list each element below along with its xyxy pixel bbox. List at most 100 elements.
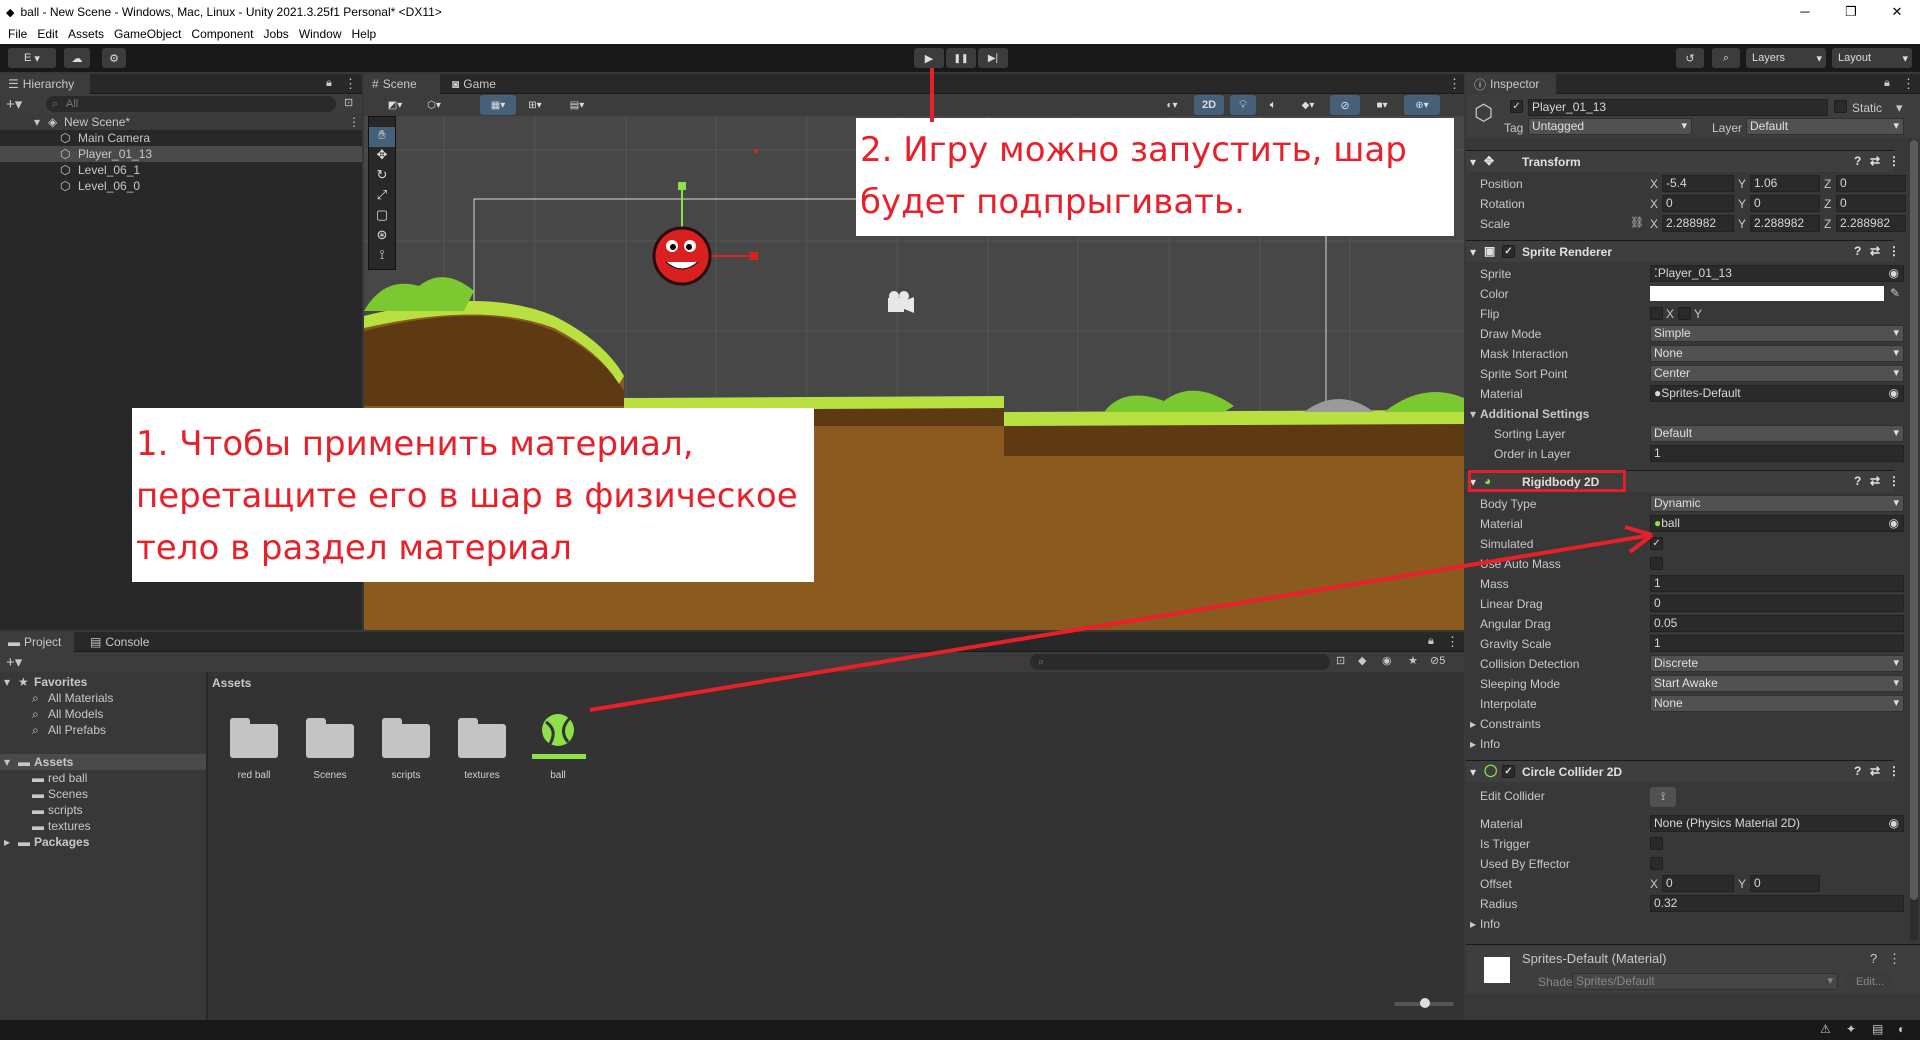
list-item[interactable]: ⬡ Level_06_0 <box>0 178 362 194</box>
edit-collider-button[interactable]: ⟟ <box>1650 787 1676 807</box>
favorites-row[interactable]: ▾ ★ Favorites <box>0 674 206 690</box>
rotation-z-field[interactable]: 0 <box>1836 195 1906 212</box>
scale-y-field[interactable]: 2.288982 <box>1750 215 1820 232</box>
search-icon[interactable]: ⌕ <box>1712 48 1740 68</box>
sleeping-dropdown[interactable]: Start Awake <box>1650 675 1904 692</box>
orientation-button[interactable]: ◐▾ <box>1154 95 1190 115</box>
object-picker-icon[interactable]: ◉ <box>1889 266 1899 281</box>
audio-icon[interactable]: 🔈︎ <box>1260 95 1286 115</box>
shading-button[interactable]: ⬡▾ <box>416 95 452 115</box>
rb-material-field[interactable]: ●ball ◉ <box>1650 515 1904 532</box>
favorite-item[interactable]: ⌕ All Prefabs <box>0 722 206 738</box>
transform-tool-icon[interactable]: ⊛ <box>369 227 395 247</box>
rb-info-row[interactable]: ▸ Info <box>1466 734 1894 754</box>
help-icon[interactable]: ? <box>1854 154 1861 168</box>
favorite-item[interactable]: ⌕ All Models <box>0 706 206 722</box>
rotate-tool-icon[interactable]: ↻ <box>369 167 395 187</box>
layout-dropdown[interactable]: Layout ▾ <box>1832 48 1912 68</box>
tab-scene[interactable]: # Scene <box>364 74 440 94</box>
maximize-button[interactable]: ❐ <box>1828 4 1874 20</box>
sprite-renderer-header[interactable]: ▾ ▣ ✓ Sprite Renderer ? ⇄ ⋮ <box>1466 240 1900 262</box>
create-button[interactable]: +▾ <box>6 653 22 671</box>
hidden-packages-icon[interactable]: ⊘5 <box>1430 654 1445 667</box>
body-type-dropdown[interactable]: Dynamic <box>1650 495 1904 512</box>
asset-item[interactable]: red ball <box>214 716 294 786</box>
more-icon[interactable]: ⋮ <box>1448 76 1461 92</box>
folder-item[interactable]: ▬ scripts <box>0 802 206 818</box>
order-in-layer-field[interactable]: 1 <box>1650 445 1904 462</box>
debug-icon[interactable]: ⚠ <box>1820 1022 1831 1036</box>
flip-x-checkbox[interactable] <box>1650 307 1663 320</box>
menu-assets[interactable]: Assets <box>68 27 104 41</box>
trigger-checkbox[interactable] <box>1650 837 1663 850</box>
constraints-row[interactable]: ▸ Constraints <box>1466 714 1894 734</box>
scale-z-field[interactable]: 2.288982 <box>1836 215 1906 232</box>
mass-field[interactable]: 1 <box>1650 575 1904 592</box>
filter-label-icon[interactable]: ◆ <box>1358 654 1366 667</box>
filter-log-icon[interactable]: ◉ <box>1382 654 1392 667</box>
help-icon[interactable]: ? <box>1854 244 1861 258</box>
increment-snap-button[interactable]: ▤▾ <box>558 95 596 115</box>
packages-row[interactable]: ▸ ▬ Packages <box>0 834 206 850</box>
auto-generate-icon[interactable]: ◐ <box>1898 1022 1905 1036</box>
cc-material-field[interactable]: None (Physics Material 2D) ◉ <box>1650 815 1904 832</box>
active-checkbox[interactable]: ✓ <box>1510 100 1523 113</box>
move-tool-icon[interactable]: ✥ <box>369 147 395 167</box>
presets-icon[interactable]: ⇄ <box>1870 764 1880 778</box>
folder-item[interactable]: ▬ red ball <box>0 770 206 786</box>
component-menu-icon[interactable]: ⋮ <box>1888 474 1900 488</box>
play-button[interactable]: ▶ <box>914 48 944 68</box>
scale-tool-icon[interactable]: ⤢ <box>369 187 395 207</box>
presets-icon[interactable]: ⇄ <box>1870 474 1880 488</box>
account-button[interactable]: E ▾ <box>8 48 56 68</box>
tab-game[interactable]: ◙ Game <box>444 74 514 94</box>
menu-edit[interactable]: Edit <box>37 27 58 41</box>
gizmos-button[interactable]: ⊕▾ <box>1404 95 1440 115</box>
simulated-checkbox[interactable]: ✓ <box>1650 537 1663 550</box>
help-icon[interactable]: ? <box>1854 764 1861 778</box>
radius-field[interactable]: 0.32 <box>1650 895 1904 912</box>
list-item[interactable]: ⬡ Main Camera <box>0 130 362 146</box>
linear-drag-field[interactable]: 0 <box>1650 595 1904 612</box>
menu-window[interactable]: Window <box>299 27 342 41</box>
object-picker-icon[interactable]: ◉ <box>1889 816 1899 831</box>
layer-dropdown[interactable]: Default <box>1746 118 1904 135</box>
pause-button[interactable]: ❚❚ <box>946 48 976 68</box>
lock-icon[interactable]: 🔒︎ <box>326 77 332 90</box>
favorite-item[interactable]: ⌕ All Materials <box>0 690 206 706</box>
constrain-scale-icon[interactable]: ⛓︎ <box>1630 216 1644 229</box>
hierarchy-search-input[interactable]: ⌕ All <box>46 96 336 112</box>
toggle-2d-button[interactable]: 2D <box>1194 95 1224 115</box>
add-button[interactable]: +▾ <box>6 95 22 113</box>
more-icon[interactable]: ⋮ <box>1446 634 1459 650</box>
help-icon[interactable]: ? <box>1870 951 1877 966</box>
list-item[interactable]: ⬡ Player_01_13 <box>0 146 362 162</box>
object-picker-icon[interactable]: ◉ <box>1889 516 1899 531</box>
presets-icon[interactable]: ⇄ <box>1870 154 1880 168</box>
assets-row[interactable]: ▾ ▬ Assets <box>0 754 206 770</box>
search-filter-icon[interactable]: ⊡ <box>344 96 353 109</box>
menu-file[interactable]: File <box>8 27 27 41</box>
tab-project[interactable]: ▬ Project <box>0 632 74 652</box>
collab-icon[interactable]: ⚙ <box>102 48 126 68</box>
cc-info-row[interactable]: ▸ Info <box>1466 914 1894 934</box>
auto-mass-checkbox[interactable] <box>1650 557 1663 570</box>
effects-button[interactable]: ◆▾ <box>1290 95 1326 115</box>
scene-row[interactable]: ▾ ◈ New Scene* ⋮ <box>0 114 362 130</box>
offset-x-field[interactable]: 0 <box>1662 875 1734 892</box>
list-item[interactable]: ⬡ Level_06_1 <box>0 162 362 178</box>
asset-item[interactable]: textures <box>442 716 522 786</box>
menu-component[interactable]: Component <box>191 27 253 41</box>
inspector-scrollbar[interactable] <box>1910 140 1918 940</box>
offset-y-field[interactable]: 0 <box>1750 875 1820 892</box>
grid-snap-button[interactable]: ⊞▾ <box>520 95 550 115</box>
project-search-input[interactable]: ⌕ <box>1030 654 1330 670</box>
filter-type-icon[interactable]: ⊡ <box>1336 654 1345 667</box>
presets-icon[interactable]: ⇄ <box>1870 244 1880 258</box>
component-menu-icon[interactable]: ⋮ <box>1888 154 1900 168</box>
eyedropper-icon[interactable]: ✎ <box>1890 286 1900 300</box>
static-dropdown-icon[interactable]: ▾ <box>1896 100 1903 116</box>
rotation-x-field[interactable]: 0 <box>1662 195 1734 212</box>
menu-gameobject[interactable]: GameObject <box>114 27 181 41</box>
color-field[interactable] <box>1650 286 1884 301</box>
